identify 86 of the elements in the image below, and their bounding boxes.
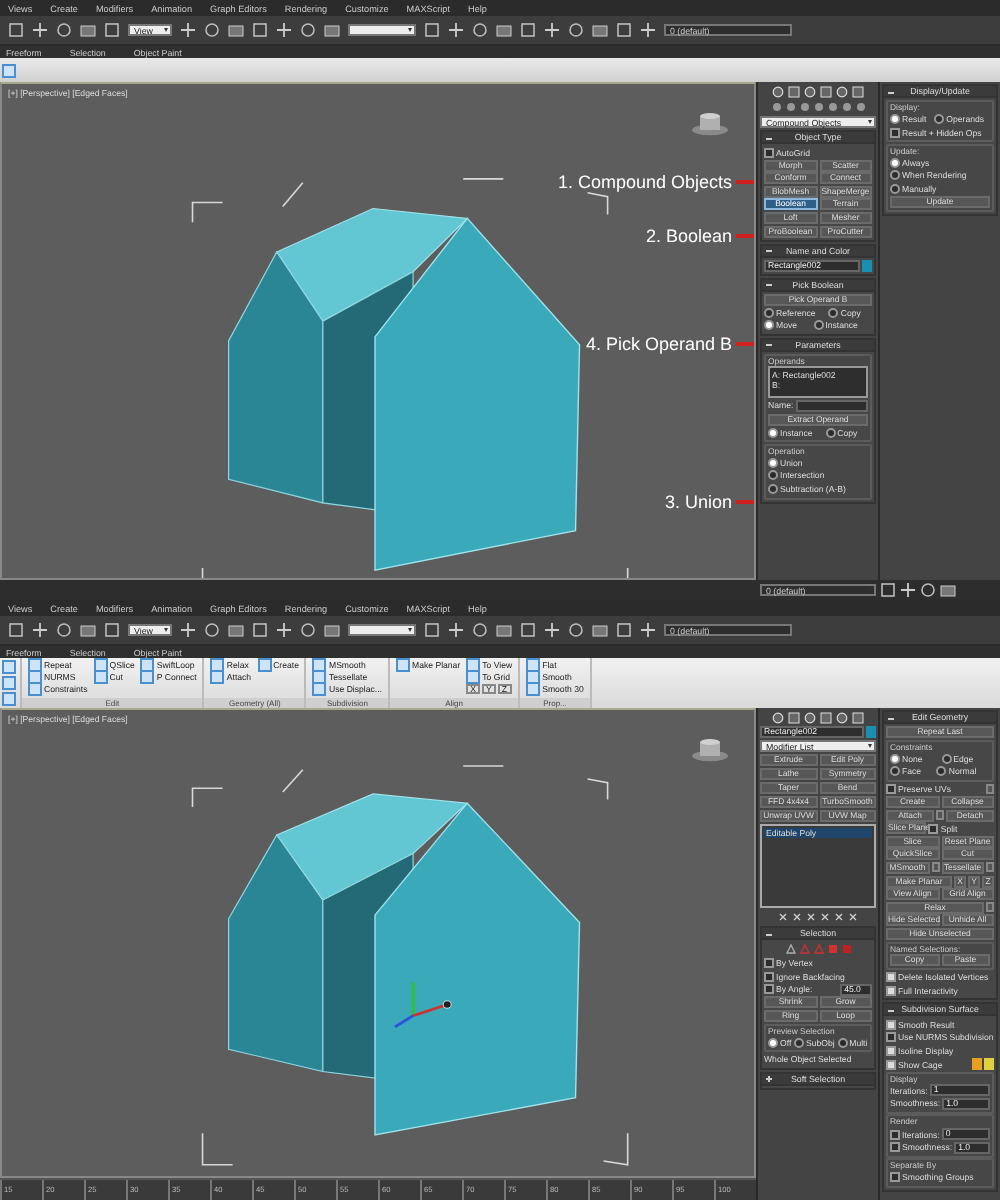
checkbox[interactable]	[890, 1172, 900, 1183]
toolbar-icon[interactable]	[544, 22, 560, 38]
color-swatch[interactable]	[866, 726, 876, 738]
annotation-label: 4. Pick Operand B	[585, 334, 732, 354]
checkbox[interactable]	[764, 958, 774, 969]
toolbar-icon[interactable]	[32, 22, 48, 38]
stack-tool-icon[interactable]	[848, 912, 858, 922]
radio-button[interactable]	[768, 1037, 778, 1048]
toolbar-icon[interactable]	[276, 622, 292, 638]
checkbox[interactable]	[886, 783, 896, 794]
tool-icon[interactable]	[257, 658, 272, 672]
toolbar-icon[interactable]	[900, 582, 916, 598]
color-swatch[interactable]	[972, 1058, 982, 1071]
text-field[interactable]	[795, 399, 868, 412]
settings-button[interactable]	[936, 810, 944, 821]
selection-set-field[interactable]	[348, 24, 416, 36]
radio-button[interactable]	[941, 753, 952, 764]
radio-button[interactable]	[828, 307, 839, 318]
leader-line	[736, 234, 754, 238]
checkbox[interactable]	[886, 1032, 896, 1043]
radio-button[interactable]	[768, 484, 778, 494]
tool-icon[interactable]	[396, 658, 410, 672]
leader-line	[736, 500, 754, 504]
radio-button[interactable]	[890, 184, 900, 195]
leader-line	[736, 342, 754, 346]
checkbox[interactable]	[886, 972, 896, 983]
stack-tool-icon[interactable]	[806, 912, 816, 922]
stack-tool-icon[interactable]	[778, 912, 788, 922]
toolbar-icon[interactable]	[448, 22, 464, 38]
radio-button[interactable]	[936, 766, 947, 777]
color-swatch[interactable]	[862, 259, 872, 272]
toolbar-icon[interactable]	[640, 622, 656, 638]
toolbar-icon[interactable]	[424, 22, 440, 38]
annotation-label: 3. Union	[664, 492, 732, 512]
radio-button[interactable]	[768, 470, 778, 481]
radio-button[interactable]	[837, 1037, 848, 1048]
settings-button[interactable]	[931, 862, 939, 873]
radio-button[interactable]	[890, 753, 900, 764]
toolbar-icon[interactable]	[32, 622, 48, 638]
settings-button[interactable]	[986, 902, 994, 913]
checkbox[interactable]	[764, 147, 774, 157]
toolbar-icon[interactable]	[276, 22, 292, 38]
radio-button[interactable]	[890, 114, 900, 125]
stack-tool-icon[interactable]	[834, 912, 844, 922]
checkbox[interactable]	[886, 985, 896, 996]
stack-tool-icon[interactable]	[820, 912, 830, 922]
toolbar-icon[interactable]	[424, 622, 440, 638]
radio-button[interactable]	[793, 1037, 804, 1048]
selection-set-field[interactable]	[348, 624, 416, 636]
settings-button[interactable]	[986, 862, 994, 873]
radio-button[interactable]	[764, 320, 774, 331]
radio-button[interactable]	[813, 320, 824, 331]
viewcube-icon[interactable]	[690, 112, 730, 136]
checkbox[interactable]	[890, 1129, 900, 1140]
radio-button[interactable]	[764, 307, 774, 318]
radio-button[interactable]	[768, 457, 778, 468]
radio-button[interactable]	[934, 114, 945, 125]
toolbar-icon[interactable]	[448, 622, 464, 638]
toolbar-icon[interactable]	[640, 22, 656, 38]
checkbox[interactable]	[764, 984, 774, 995]
checkbox[interactable]	[890, 1142, 900, 1153]
viewcube-icon[interactable]	[690, 738, 730, 762]
toolbar-icon[interactable]	[880, 582, 896, 598]
toolbar-icon[interactable]	[544, 622, 560, 638]
annotation-label: 1. Compound Objects	[557, 172, 732, 192]
checkbox[interactable]	[886, 1019, 896, 1030]
toolbar-icon[interactable]	[180, 22, 196, 38]
color-swatch[interactable]	[984, 1058, 994, 1071]
checkbox[interactable]	[764, 971, 774, 982]
radio-button[interactable]	[890, 766, 900, 777]
toolbar-icon[interactable]	[8, 22, 24, 38]
annotation-label: 2. Boolean	[645, 226, 732, 246]
radio-button[interactable]	[890, 170, 900, 181]
toolbar-icon[interactable]	[8, 622, 24, 638]
radio-button[interactable]	[890, 157, 900, 168]
checkbox[interactable]	[890, 127, 900, 138]
toolbar-icon[interactable]	[180, 622, 196, 638]
checkbox[interactable]	[886, 1045, 896, 1056]
leader-line	[736, 180, 754, 184]
checkbox[interactable]	[928, 823, 939, 834]
stack-tool-icon[interactable]	[792, 912, 802, 922]
radio-button[interactable]	[825, 427, 836, 438]
ribbon-icon[interactable]	[2, 63, 16, 77]
radio-button[interactable]	[768, 427, 778, 438]
checkbox[interactable]	[886, 1059, 896, 1070]
settings-button[interactable]	[986, 783, 994, 794]
